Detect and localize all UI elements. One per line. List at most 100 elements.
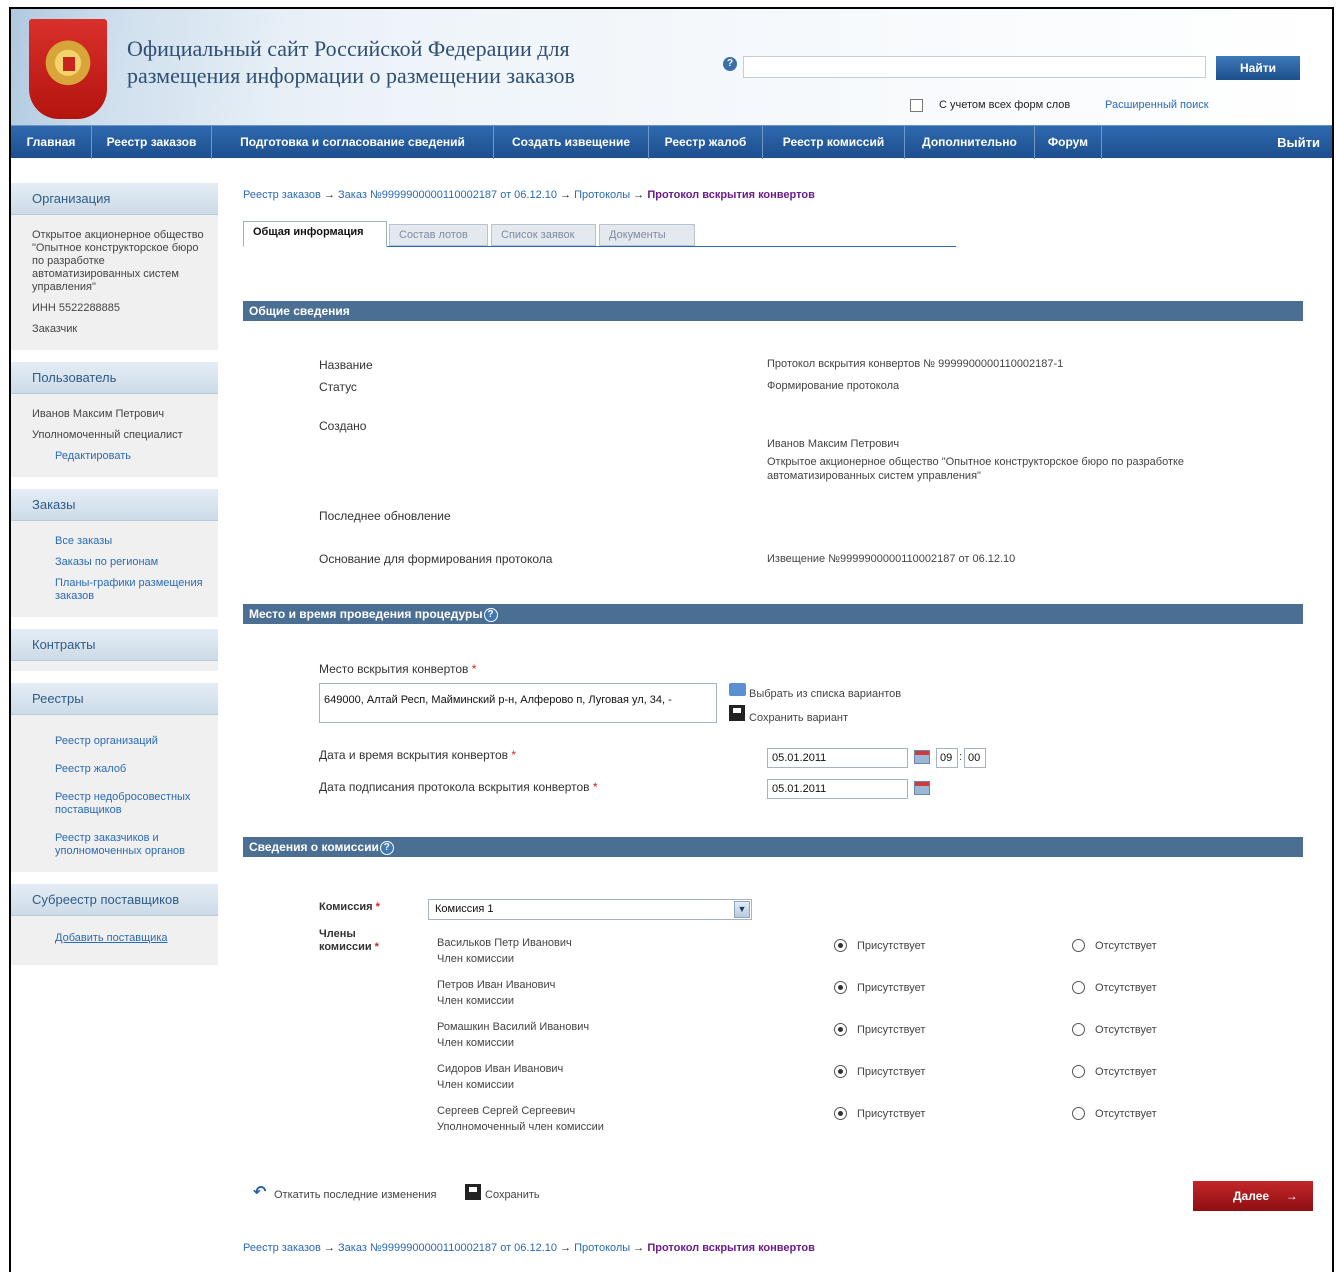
sidebar-item-customers-registry[interactable]: Реестр заказчиков и уполномоченных орган… [32,832,212,858]
commission-select[interactable]: Комиссия 1 ▼ [428,899,752,920]
breadcrumb-protocols[interactable]: Протоколы [574,189,630,201]
basis-label: Основание для формирования протокола [319,552,553,566]
open-hour-input[interactable]: 09 [936,748,958,768]
present-radio[interactable] [834,1107,847,1120]
tab-bar: Общая информация Состав лотов Список зая… [243,221,956,247]
edit-profile-link[interactable]: Редактировать [32,450,212,463]
section-commission-title: Сведения о комиссии? [243,837,1303,857]
present-label: Присутствует [857,940,926,952]
tab-lots[interactable]: Состав лотов [389,224,488,246]
breadcrumb: Реестр заказов → Заказ №9999900000110002… [243,189,815,201]
sidebar-user-panel: Иванов Максим Петрович Уполномоченный сп… [11,394,218,477]
tab-applications[interactable]: Список заявок [491,224,596,246]
sidebar-contracts-title[interactable]: Контракты [11,629,218,661]
save-link[interactable]: Сохранить [485,1189,540,1201]
absent-radio[interactable] [1072,1065,1085,1078]
user-role: Уполномоченный специалист [32,429,183,441]
help-icon[interactable]: ? [483,607,498,622]
absent-label: Отсутствует [1095,982,1157,994]
updated-label: Последнее обновление [319,509,451,523]
sidebar-item-unfair-suppliers[interactable]: Реестр недобросовестных поставщиков [32,791,212,817]
present-radio[interactable] [834,1065,847,1078]
open-minute-input[interactable]: 00 [964,748,986,768]
chevron-down-icon[interactable]: ▼ [734,901,750,918]
sidebar-registries-title: Реестры [11,683,218,715]
name-label: Название [319,358,373,372]
folder-icon [729,683,746,696]
sidebar-orders-title: Заказы [11,489,218,521]
user-name: Иванов Максим Петрович [32,408,165,420]
breadcrumb-protocols[interactable]: Протоколы [574,1242,630,1254]
org-inn: ИНН 5522288885 [32,302,121,314]
nav-item-preparation[interactable]: Подготовка и согласование сведений [212,126,494,159]
absent-radio[interactable] [1072,1023,1085,1036]
add-supplier-link[interactable]: Добавить поставщика [32,932,212,945]
nav-item-commissions[interactable]: Реестр комиссий [763,126,905,159]
absent-radio[interactable] [1072,981,1085,994]
open-date-label: Дата и время вскрытия конвертов * [319,748,517,762]
member-name: Сидоров Иван Иванович [437,1063,564,1075]
breadcrumb-orders-registry[interactable]: Реестр заказов [243,1242,321,1254]
commission-label: Комиссия * [319,901,380,913]
present-label: Присутствует [857,982,926,994]
absent-radio[interactable] [1072,939,1085,952]
absent-label: Отсутствует [1095,1108,1157,1120]
absent-radio[interactable] [1072,1107,1085,1120]
member-name: Ромашкин Василий Иванович [437,1021,590,1033]
member-role: Член комиссии [437,953,515,965]
org-name: Открытое акционерное общество "Опытное к… [32,229,204,293]
main-nav: Главная Реестр заказов Подготовка и согл… [11,125,1332,159]
calendar-icon[interactable] [914,781,930,795]
present-radio[interactable] [834,939,847,952]
member-name: Петров Иван Иванович [437,979,556,991]
revert-link[interactable]: Откатить последние изменения [274,1189,436,1201]
calendar-icon[interactable] [914,750,930,764]
help-icon[interactable]: ? [379,840,394,855]
section-place-title: Место и время проведения процедуры? [243,604,1303,624]
coat-of-arms-logo [29,19,107,119]
sidebar-item-orders-by-region[interactable]: Заказы по регионам [32,556,212,569]
nav-item-forum[interactable]: Форум [1035,126,1102,159]
next-button[interactable]: Далее → [1193,1181,1313,1211]
nav-item-home[interactable]: Главная [11,126,92,159]
sidebar: Организация Открытое акционерное обществ… [11,183,218,965]
sidebar-item-all-orders[interactable]: Все заказы [32,535,212,548]
tab-documents[interactable]: Документы [599,224,695,246]
sidebar-registries-panel: Реестр организаций Реестр жалоб Реестр н… [11,715,218,872]
site-title-line2: размещения информации о размещении заказ… [127,63,575,88]
sidebar-item-complaints-registry[interactable]: Реестр жалоб [32,763,212,776]
undo-icon[interactable]: ↶ [253,1185,271,1201]
nav-item-create-notice[interactable]: Создать извещение [494,126,649,159]
nav-item-additional[interactable]: Дополнительно [905,126,1035,159]
help-icon[interactable]: ? [723,57,737,71]
logout-link[interactable]: Выйти [1277,126,1320,159]
open-date-input[interactable]: 05.01.2011 [767,748,908,768]
sidebar-item-org-registry[interactable]: Реестр организаций [32,735,212,748]
wordforms-checkbox[interactable] [910,99,923,112]
breadcrumb-order[interactable]: Заказ №999990000011000218​7 от 06.12.10 [338,1242,557,1254]
breadcrumb-orders-registry[interactable]: Реестр заказов [243,189,321,201]
sidebar-item-plan-schedules[interactable]: Планы-графики размещения заказов [32,577,212,603]
search-button[interactable]: Найти [1216,56,1300,80]
basis-link[interactable]: Извещение №999990000011000218​7 от 06.12… [767,553,1015,565]
member-name: Сергеев Сергей Сергеевич [437,1105,576,1117]
nav-item-complaints[interactable]: Реестр жалоб [649,126,763,159]
sidebar-suppliers-panel: Добавить поставщика [11,916,218,965]
status-label: Статус [319,380,357,394]
nav-item-orders-registry[interactable]: Реестр заказов [92,126,212,159]
tab-general-info[interactable]: Общая информация [243,221,387,247]
advanced-search-link[interactable]: Расширенный поиск [1105,99,1209,111]
choose-variant-link[interactable]: Выбрать из списка вариантов [749,688,901,700]
member-name: Васильков Петр Иванович [437,937,572,949]
present-radio[interactable] [834,1023,847,1036]
present-radio[interactable] [834,981,847,994]
breadcrumb-order[interactable]: Заказ №999990000011000218​7 от 06.12.10 [338,189,557,201]
sign-date-input[interactable]: 05.01.2011 [767,779,908,799]
site-title: Официальный сайт Российской Федерации дл… [127,35,575,89]
sidebar-org-panel: Открытое акционерное общество "Опытное к… [11,215,218,350]
sidebar-org-title: Организация [11,183,218,215]
save-variant-link[interactable]: Сохранить вариант [749,712,848,724]
search-input[interactable] [743,56,1206,78]
place-input[interactable]: 649000, Алтай Респ, Майминский р-н, Алфе… [319,683,717,723]
page-frame: Официальный сайт Российской Федерации дл… [9,7,1334,1272]
